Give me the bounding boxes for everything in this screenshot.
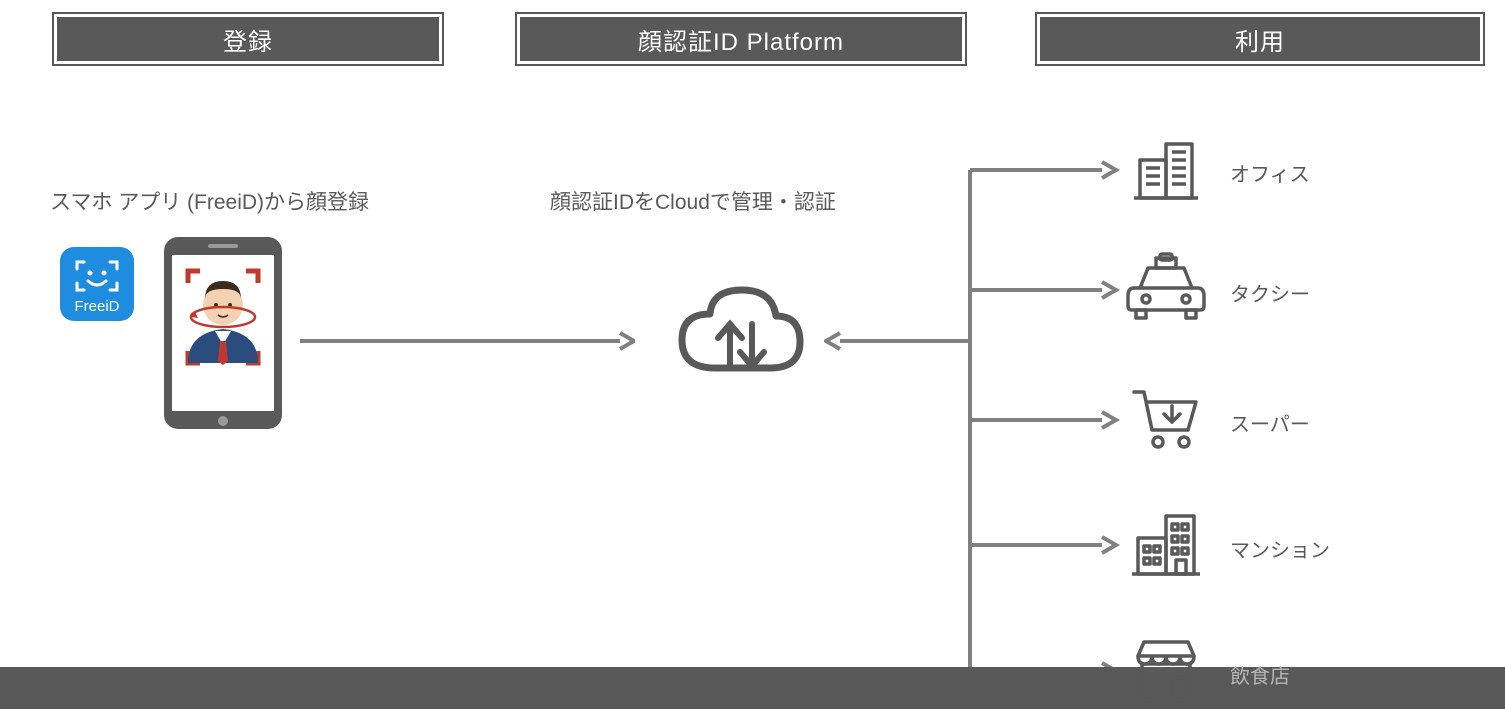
header-platform-label: 顔認証ID Platform [520,17,962,61]
use-case-apartment-label: マンション [1230,534,1330,563]
taxi-icon [1126,252,1206,324]
freeid-app-icon: FreeiD [60,247,134,321]
header-register: 登録 [52,12,444,66]
subheading-platform: 顔認証IDをCloudで管理・認証 [550,186,836,216]
freeid-logo-text: FreeiD [74,298,119,315]
use-case-restaurant-label: 飲食店 [1230,660,1290,689]
cloud-sync-icon [670,278,810,388]
supermarket-cart-icon [1130,386,1202,452]
restaurant-shop-icon [1130,638,1202,704]
use-case-office-label: オフィス [1230,158,1310,187]
use-case-supermarket-label: スーパー [1230,408,1310,437]
office-icon [1130,134,1202,206]
phone-face-scan-icon [158,233,288,433]
arrow-cloud-from-uses [824,331,934,351]
apartment-icon [1130,510,1202,580]
header-platform: 顔認証ID Platform [515,12,967,66]
header-use-label: 利用 [1040,17,1480,61]
header-use: 利用 [1035,12,1485,66]
subheading-register: スマホ アプリ (FreeiD)から顔登録 [50,186,369,216]
use-case-branch-lines [930,150,1120,690]
header-register-label: 登録 [57,17,439,61]
use-case-taxi-label: タクシー [1230,278,1310,307]
arrow-register-to-cloud [300,331,635,351]
